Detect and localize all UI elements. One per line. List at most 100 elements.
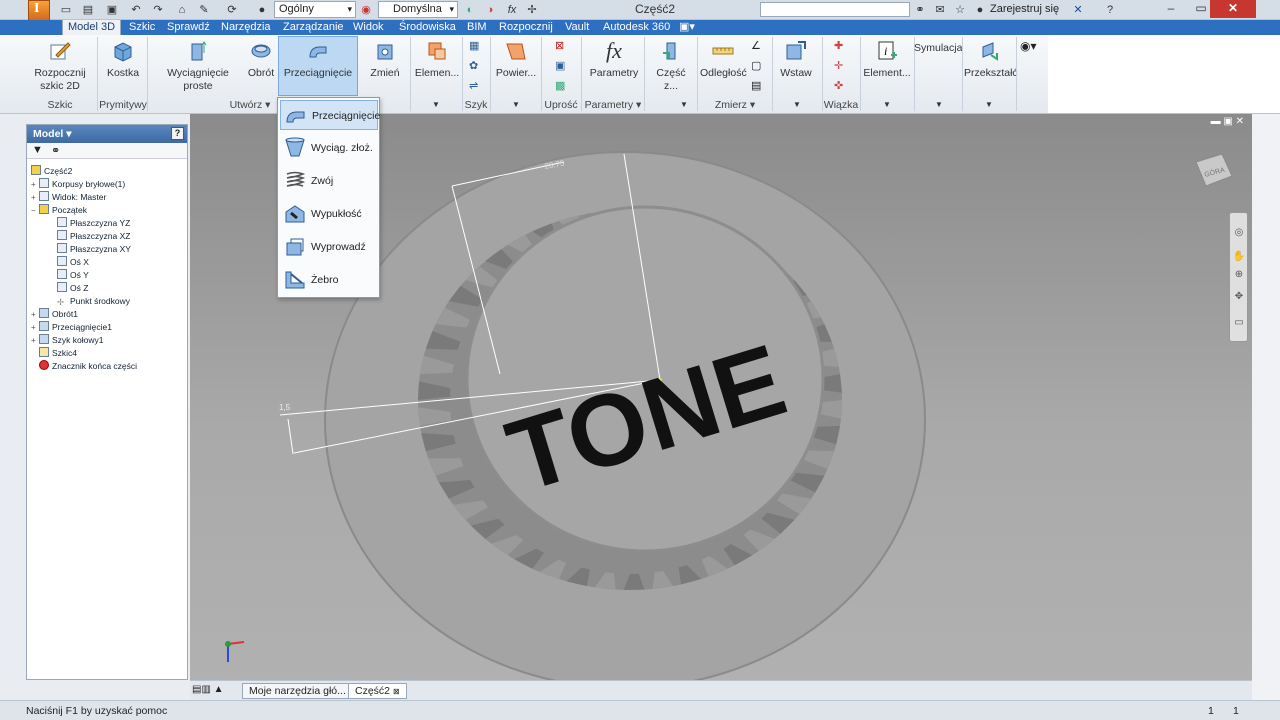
tree-item-plane-yz[interactable]: Płaszczyzna YZ [57,217,130,230]
revolve-button[interactable]: Obrót [245,37,277,80]
help-icon[interactable]: ? [171,127,184,140]
browser-title[interactable]: Model ▾ [33,128,72,140]
help-search-input[interactable] [760,2,910,17]
group-expand-arrow[interactable]: ▼ [432,100,440,109]
home-icon[interactable]: ⌂ [174,2,190,18]
menu-item-loft[interactable]: Wyciąg. złoż. [280,133,378,163]
insert-button[interactable]: Wstaw [776,37,816,80]
start-sketch-button[interactable]: Rozpocznij szkic 2D [30,37,90,93]
select-icon[interactable]: ✎ [196,2,212,18]
transform-button[interactable]: Przekształć [964,37,1018,80]
tree-item-sweep[interactable]: + Przeciągnięcie1 [31,321,112,334]
tree-item-solid-bodies[interactable]: + Korpusy bryłowe(1) [31,178,125,191]
style-combo[interactable]: Ogólny [274,1,356,18]
circular-pattern-icon[interactable]: ✿ [469,59,483,73]
element-button[interactable]: Elemen... [414,37,460,80]
group-expand-arrow[interactable]: ▼ [793,100,801,109]
app-menu-button[interactable]: I [28,0,50,22]
tab-options-icon[interactable]: ▣▾ [674,20,700,35]
menu-item-emboss[interactable]: Wypukłość [280,199,378,229]
pan-icon[interactable]: ✋ [1232,251,1246,265]
tab-get-started[interactable]: Rozpocznij [494,20,558,35]
tab-model-3d[interactable]: Model 3D [62,20,122,35]
simulation-button[interactable]: Symulacja [914,42,962,55]
close-button[interactable]: ✕ [1210,0,1256,18]
tab-sketch[interactable]: Szkic [124,20,160,35]
save-icon[interactable]: ▣ [104,2,120,18]
fx-icon[interactable]: fx [504,2,520,18]
element-info-button[interactable]: i Element... [862,37,912,80]
modify-button[interactable]: Zmień [367,37,403,80]
expand-icon[interactable]: + [31,308,39,321]
collapse-icon[interactable]: − [31,204,39,217]
tree-item-circular-pattern[interactable]: + Szyk kołowy1 [31,334,104,347]
ribbon-options-icon[interactable]: ◉▾ [1020,39,1037,53]
menu-item-coil[interactable]: Zwój [280,166,378,196]
box-button[interactable]: Kostka [104,37,142,80]
sign-in-link[interactable]: Zarejestruj się [990,3,1059,15]
loop-icon[interactable]: ▢ [751,59,765,73]
group-expand-arrow[interactable]: ▼ [680,100,688,109]
minimize-button[interactable]: – [1156,0,1186,18]
close-tab-icon[interactable]: ⊠ [393,687,400,696]
tab-environments[interactable]: Środowiska [394,20,461,35]
dimension-left[interactable]: 1,5 [279,403,291,412]
expand-icon[interactable]: + [31,334,39,347]
help-icon[interactable]: ? [1102,2,1118,18]
tree-item-axis-x[interactable]: Oś X [57,256,89,269]
derive-part-button[interactable]: Część z... [648,37,694,93]
include-components-icon[interactable]: ▩ [555,79,569,93]
tree-item-plane-xz[interactable]: Płaszczyzna XZ [57,230,130,243]
angle-icon[interactable]: ∠ [751,39,765,53]
look-at-icon[interactable]: ▭ [1232,317,1246,331]
update-icon[interactable]: ⟳ [224,2,240,18]
tab-bim[interactable]: BIM [462,20,492,35]
doc-tab-my-home[interactable]: Moje narzędzia głó... [242,683,353,699]
user-icon[interactable]: ● [972,2,988,18]
mirror-icon[interactable]: ⇌ [469,79,483,93]
redo-icon[interactable]: ↷ [150,2,166,18]
tab-tools[interactable]: Narzędzia [216,20,276,35]
binoculars-icon[interactable]: ⚭ [912,2,928,18]
menu-item-sweep[interactable]: Przeciągnięcie [280,100,380,130]
tab-view[interactable]: Widok [348,20,389,35]
search-icon[interactable]: ⚭ [51,144,60,157]
tree-item-origin[interactable]: − Początek [31,204,87,217]
distance-button[interactable]: Odległość [700,37,747,80]
tab-inspect[interactable]: Sprawdź [162,20,215,35]
exchange-icon[interactable]: ✕ [1070,2,1086,18]
harness-icon-1[interactable]: ✚ [834,39,848,53]
rectangular-pattern-icon[interactable]: ▦ [469,39,483,53]
filter-icon[interactable]: ▼ [32,144,43,156]
appearance-icon[interactable]: ◉ [358,2,374,18]
harness-icon-2[interactable]: ✛ [834,59,848,73]
tile-windows-icon[interactable]: ▤▥ ▲ [192,684,224,695]
menu-item-derive[interactable]: Wyprowadź [280,232,378,262]
browser-header[interactable]: Model ▾ ? [27,125,187,143]
undo-icon[interactable]: ↶ [128,2,144,18]
expand-icon[interactable]: + [31,321,39,334]
parameters-button[interactable]: fx Parametry [586,37,642,80]
extrude-button[interactable]: Wyciągnięcie proste [152,37,244,93]
tree-item-revolve[interactable]: + Obrót1 [31,308,78,321]
qa-more-icon[interactable]: ✢ [524,2,540,18]
material-combo[interactable]: Domyślna [378,1,458,18]
group-expand-arrow[interactable]: ▼ [985,100,993,109]
clear-appearance-icon[interactable]: ◑ [482,2,498,18]
steering-wheel-icon[interactable]: ◎ [1232,227,1246,241]
area-icon[interactable]: ▤ [751,79,765,93]
tree-item-axis-y[interactable]: Oś Y [57,269,89,282]
tree-item-sketch4[interactable]: Szkic4 [39,347,77,360]
tree-item-center-point[interactable]: ✢ Punkt środkowy [57,295,130,308]
orbit-icon[interactable]: ✥ [1232,291,1246,305]
color-icon[interactable]: ● [254,2,270,18]
menu-item-rib[interactable]: Żebro [280,265,378,295]
open-file-icon[interactable]: ▤ [80,2,96,18]
tree-item-view[interactable]: + Widok: Master [31,191,106,204]
expand-icon[interactable]: + [31,191,39,204]
tab-manage[interactable]: Zarządzanie [278,20,349,35]
sweep-button[interactable]: Przeciągnięcie [278,36,358,96]
doc-tab-part2[interactable]: Część2 ⊠ [348,683,407,699]
group-expand-arrow[interactable]: ▼ [512,100,520,109]
tab-vault[interactable]: Vault [560,20,594,35]
